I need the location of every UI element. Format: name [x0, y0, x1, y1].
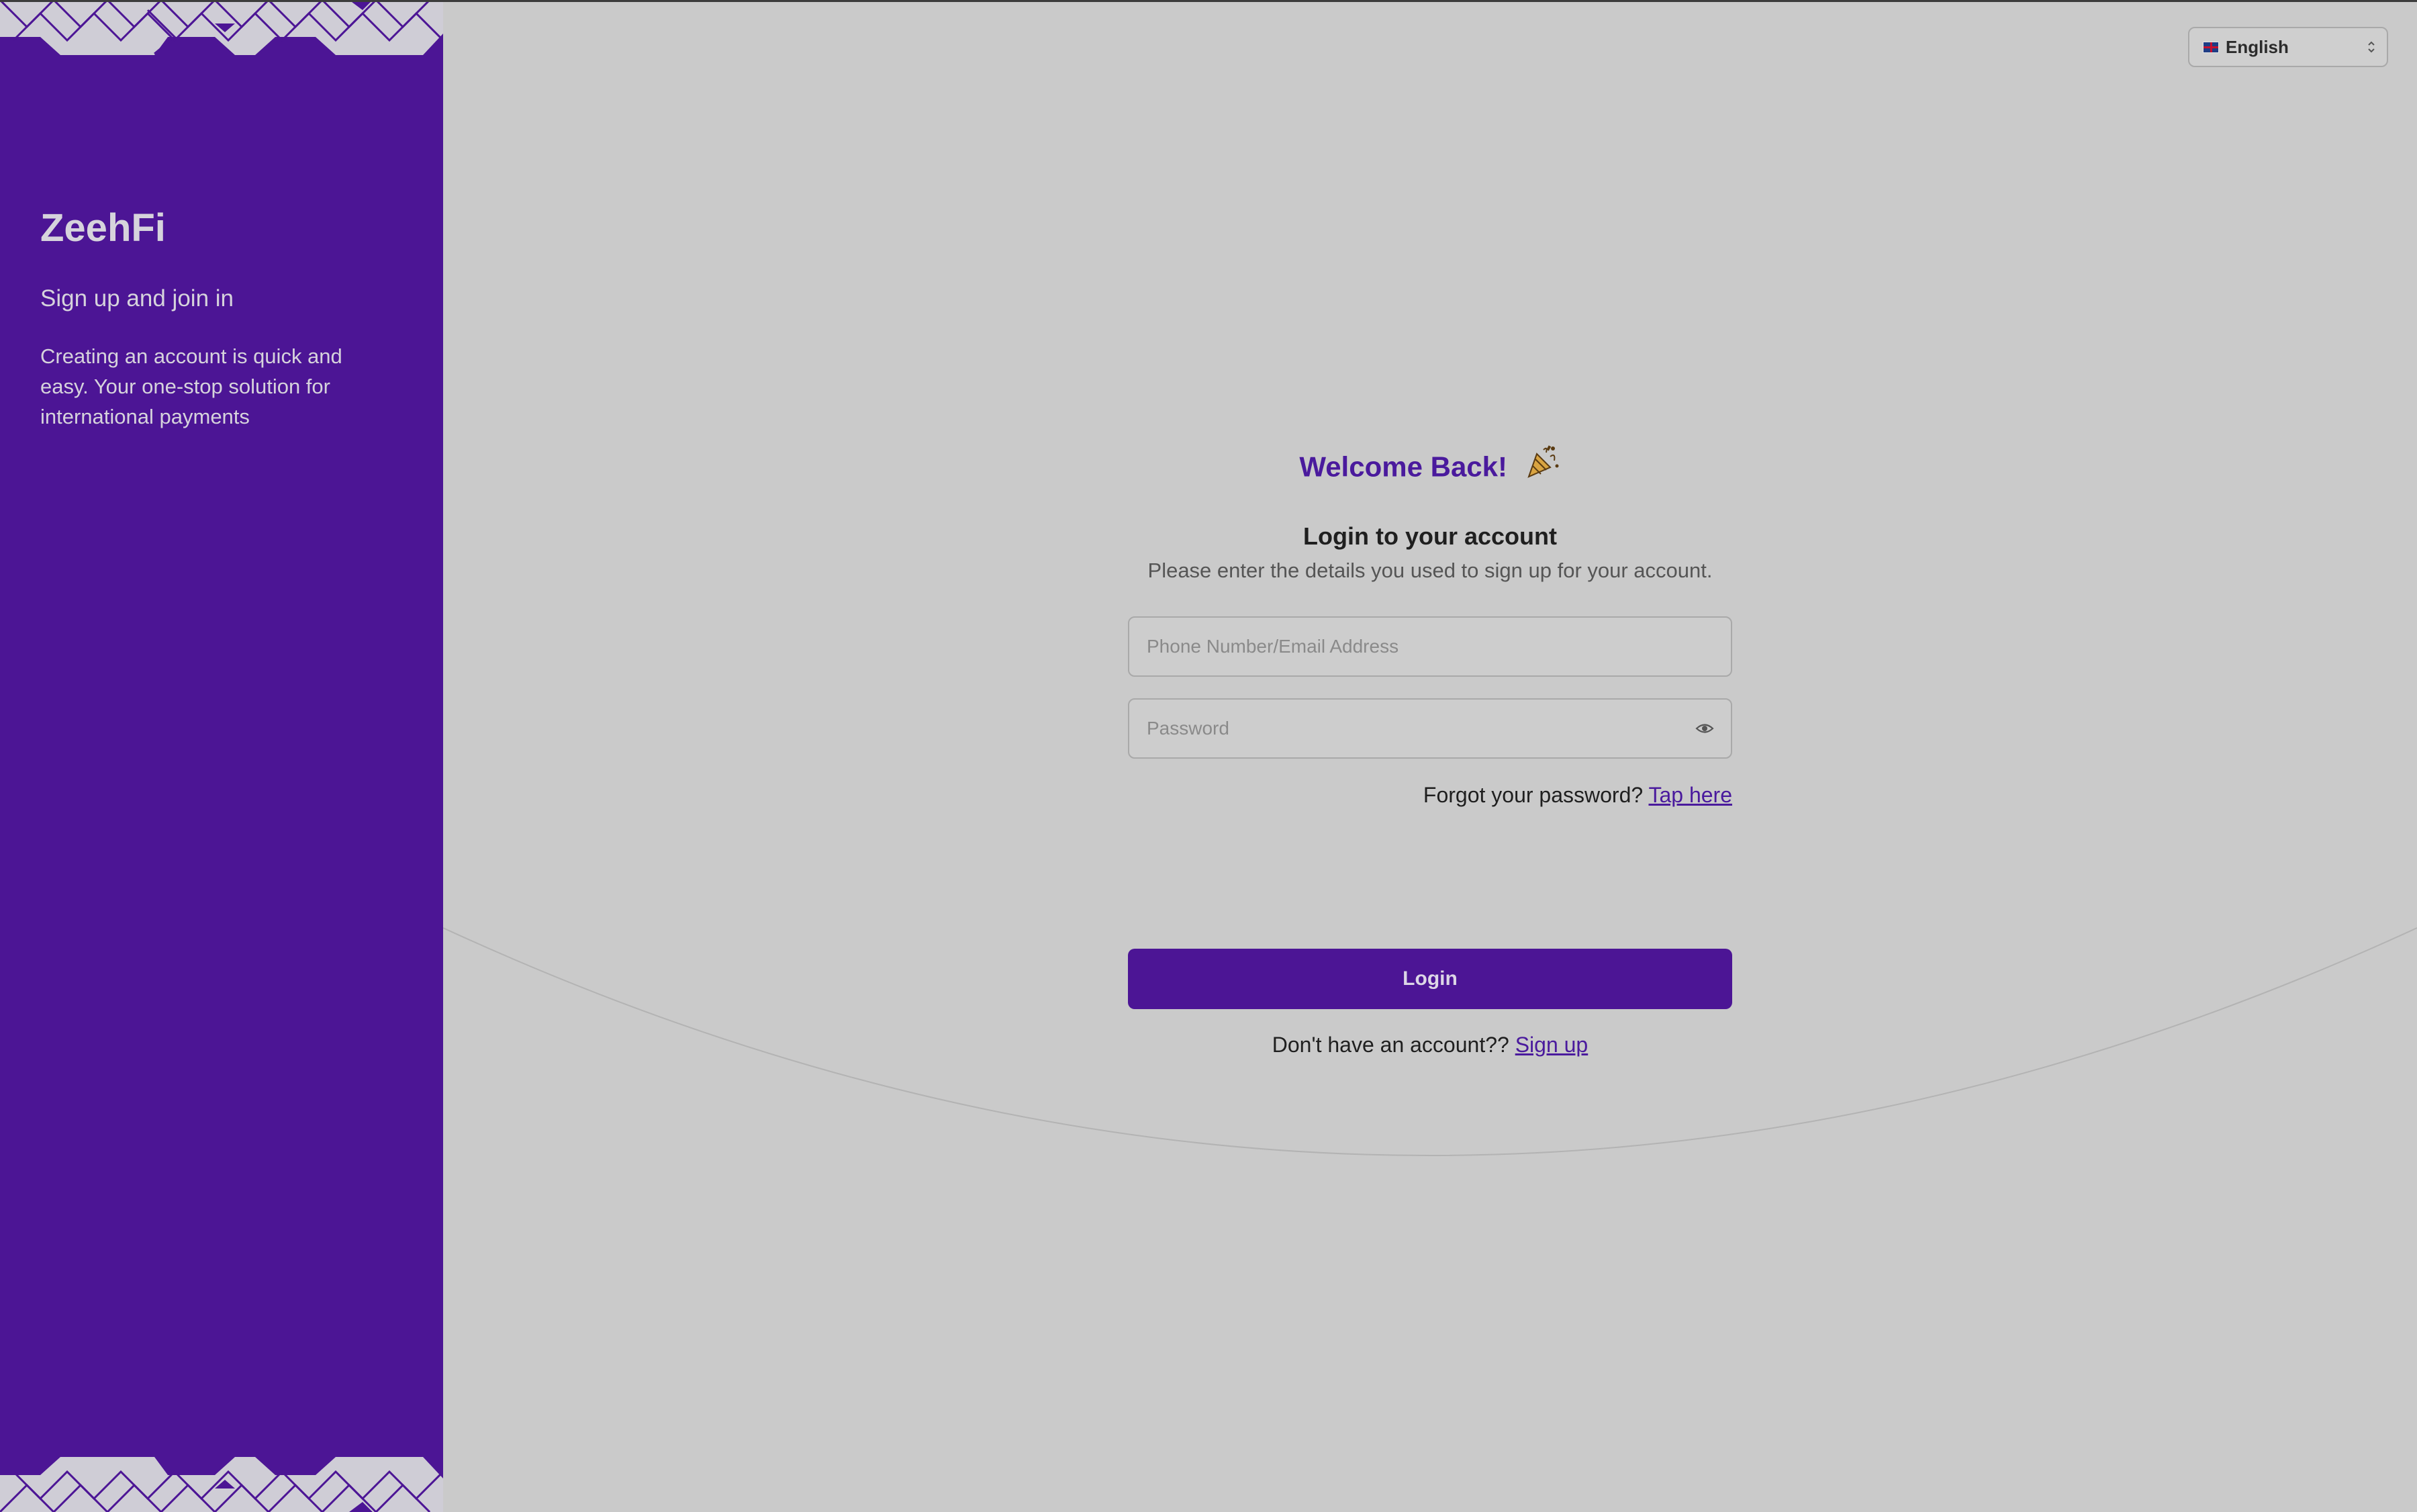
- login-button[interactable]: Login: [1128, 949, 1732, 1009]
- sidebar: ZeehFi Sign up and join in Creating an a…: [0, 0, 443, 1512]
- brand-name: ZeehFi: [40, 206, 166, 250]
- main-panel: English Welcome Back! Login to your acco…: [443, 0, 2417, 1512]
- sidebar-tagline: Sign up and join in: [40, 285, 234, 312]
- forgot-password-line: Forgot your password? Tap here: [1423, 783, 1732, 808]
- signup-line: Don't have an account?? Sign up: [1128, 1033, 1732, 1057]
- signup-link[interactable]: Sign up: [1515, 1033, 1589, 1057]
- eye-icon[interactable]: [1695, 718, 1715, 739]
- chevron-updown-icon: [2367, 40, 2376, 54]
- window-top-border: [0, 0, 2417, 2]
- language-select[interactable]: English: [2188, 27, 2388, 67]
- sidebar-pattern-top: [0, 0, 443, 55]
- welcome-heading: Welcome Back!: [1128, 443, 1732, 490]
- sidebar-pattern-bottom: [0, 1457, 443, 1512]
- sidebar-description: Creating an account is quick and easy. Y…: [40, 344, 342, 428]
- login-subtitle: Please enter the details you used to sig…: [1147, 559, 1713, 582]
- party-popper-icon: [1523, 443, 1561, 495]
- password-field[interactable]: [1128, 698, 1732, 759]
- language-selected-label: English: [2226, 36, 2289, 57]
- signup-prompt-text: Don't have an account??: [1272, 1033, 1509, 1057]
- forgot-password-text: Forgot your password?: [1423, 783, 1644, 807]
- welcome-text: Welcome Back!: [1299, 451, 1508, 483]
- password-input[interactable]: [1145, 717, 1695, 740]
- uk-flag-icon: [2203, 41, 2219, 53]
- forgot-password-link[interactable]: Tap here: [1648, 783, 1732, 807]
- phone-email-field[interactable]: [1128, 616, 1732, 677]
- login-title: Login to your account: [1303, 522, 1557, 550]
- phone-email-input[interactable]: [1145, 635, 1715, 658]
- login-form: Welcome Back! Login to your account Plea…: [1128, 443, 1732, 1057]
